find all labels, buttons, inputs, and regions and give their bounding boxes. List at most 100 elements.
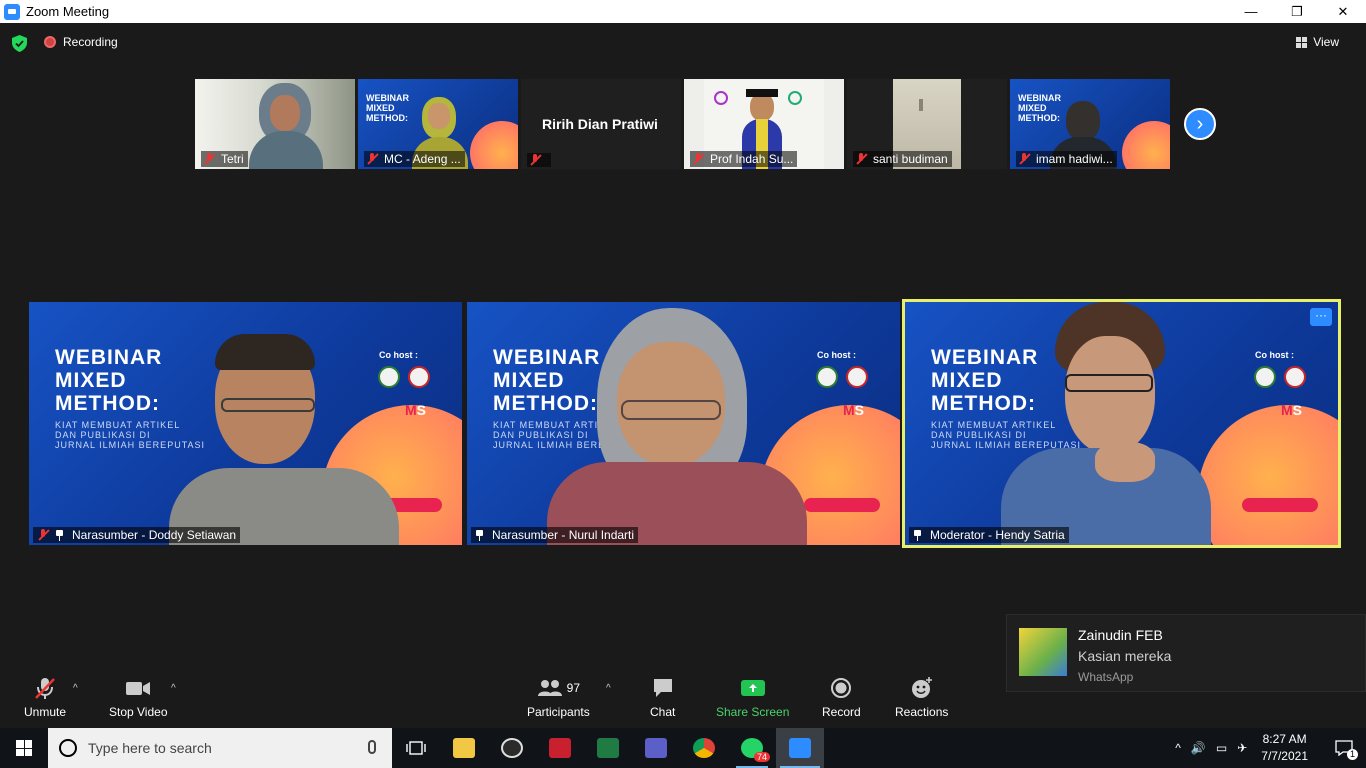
zoom-icon <box>789 738 811 758</box>
recording-label: Recording <box>63 35 118 49</box>
excel-icon <box>597 738 619 758</box>
muted-microphone-icon <box>35 678 55 699</box>
university-logo-icon <box>408 366 430 388</box>
taskbar-file-explorer[interactable] <box>440 728 488 768</box>
participant-name-large: Ririh Dian Pratiwi <box>542 116 658 132</box>
video-tile-nurul[interactable]: WEBINAR MIXED METHOD: KIAT MEMBUAT ARTIKEL… <box>467 302 900 545</box>
grid-view-icon <box>1296 36 1308 48</box>
university-logo-icon <box>378 366 400 388</box>
chrome-icon <box>693 738 715 758</box>
audio-options-chevron-icon[interactable]: ^ <box>73 683 78 694</box>
action-center-button[interactable]: 1 <box>1322 728 1366 768</box>
close-button[interactable]: ✕ <box>1320 0 1366 23</box>
unmute-button[interactable]: Unmute <box>24 673 66 719</box>
taskbar-whatsapp[interactable]: 74 <box>728 728 776 768</box>
participant-thumb-imam[interactable]: WEBINAR MIXED METHOD: imam hadiwi... <box>1010 79 1170 169</box>
view-label: View <box>1313 35 1339 49</box>
participant-name: santi budiman <box>873 152 948 166</box>
tile-name: Narasumber - Doddy Setiawan <box>72 528 237 542</box>
notification-count-badge: 1 <box>1347 749 1358 760</box>
windows-logo-icon <box>16 740 32 756</box>
record-button[interactable]: Record <box>822 673 861 719</box>
slide-cohost-label: Co host : <box>379 350 418 360</box>
notification-app: WhatsApp <box>1078 670 1134 684</box>
share-screen-button[interactable]: Share Screen <box>716 673 789 719</box>
taskbar-teams[interactable] <box>632 728 680 768</box>
taskbar-chrome[interactable] <box>680 728 728 768</box>
view-button[interactable]: View <box>1296 35 1339 49</box>
recording-indicator[interactable]: Recording <box>44 35 118 49</box>
taskbar-excel[interactable] <box>584 728 632 768</box>
taskbar-zoom[interactable] <box>776 728 824 768</box>
video-tile-doddy[interactable]: WEBINAR MIXED METHOD: KIAT MEMBUAT ARTIKEL… <box>29 302 462 545</box>
notification-sender: Zainudin FEB <box>1078 627 1163 643</box>
participant-thumb-ririh[interactable]: Ririh Dian Pratiwi <box>521 79 681 169</box>
chat-bubble-icon <box>653 679 672 697</box>
record-icon <box>831 678 852 698</box>
network-icon[interactable]: ✈ <box>1237 741 1247 755</box>
participant-thumb-prof-indah[interactable]: Prof Indah Su... <box>684 79 844 169</box>
slide-title: WEBINAR MIXED METHOD: <box>55 346 163 415</box>
video-camera-icon <box>126 682 151 695</box>
participant-name: Prof Indah Su... <box>710 152 794 166</box>
smiley-add-icon <box>911 677 932 698</box>
microphone-icon[interactable] <box>368 740 376 754</box>
cortana-icon <box>59 739 77 757</box>
folder-icon <box>453 738 475 758</box>
taskbar-pdf[interactable] <box>536 728 584 768</box>
whatsapp-unread-badge: 74 <box>753 752 770 762</box>
tile-name: Narasumber - Nurul Indarti <box>492 528 635 542</box>
chat-button[interactable]: Chat <box>650 673 675 719</box>
whatsapp-notification-toast[interactable]: Zainudin FEB Kasian mereka WhatsApp <box>1006 614 1366 692</box>
participant-thumb-santi[interactable]: santi budiman <box>847 79 1007 169</box>
tile-more-options-button[interactable]: ··· <box>1310 308 1332 326</box>
clock-time: 8:27 AM <box>1262 732 1307 746</box>
participant-thumb-mc-adeng[interactable]: WEBINAR MIXED METHOD: MC - Adeng ... <box>358 79 518 169</box>
restore-button[interactable]: ❐ <box>1274 0 1320 23</box>
sender-avatar <box>1019 628 1067 676</box>
video-options-chevron-icon[interactable]: ^ <box>171 683 176 694</box>
participant-name: MC - Adeng ... <box>384 152 461 166</box>
ms-logo: MS <box>404 402 426 418</box>
recording-dot-icon <box>44 36 56 48</box>
system-tray: ^ 🔊 ▭ ✈ 8:27 AM 7/7/2021 1 <box>1175 728 1366 768</box>
participant-name: Tetri <box>221 152 244 166</box>
window-title: Zoom Meeting <box>26 4 110 19</box>
windows-taskbar: Type here to search 74 ^ 🔊 ▭ ✈ 8:27 AM 7… <box>0 728 1366 768</box>
security-shield-icon[interactable] <box>12 35 27 52</box>
slide-subtitle: KIAT MEMBUAT ARTIKEL DAN PUBLIKASI DI JURN… <box>55 420 206 450</box>
reactions-button[interactable]: Reactions <box>895 673 948 719</box>
teams-icon <box>645 738 667 758</box>
participants-options-chevron-icon[interactable]: ^ <box>606 683 611 694</box>
show-hidden-icons-chevron-icon[interactable]: ^ <box>1175 741 1181 755</box>
muted-mic-icon <box>37 529 49 541</box>
participant-name: imam hadiwi... <box>1036 152 1113 166</box>
muted-mic-icon <box>203 153 215 165</box>
notification-message: Kasian mereka <box>1078 648 1172 664</box>
chevron-right-icon: › <box>1196 112 1204 135</box>
participants-button[interactable]: 97 Participants <box>527 673 590 719</box>
taskbar-clock[interactable]: 8:27 AM 7/7/2021 <box>1261 731 1308 765</box>
taskbar-search-box[interactable]: Type here to search <box>48 728 392 768</box>
task-view-icon <box>406 741 426 755</box>
zoom-app-icon <box>4 3 20 20</box>
meeting-topbar: Recording View <box>0 23 1366 63</box>
stop-video-button[interactable]: Stop Video <box>109 673 168 719</box>
participant-thumb-tetri[interactable]: Tetri <box>195 79 355 169</box>
volume-icon[interactable]: 🔊 <box>1191 741 1206 755</box>
taskbar-obs[interactable] <box>488 728 536 768</box>
meeting-controls: Unmute ^ Stop Video ^ 97 Participants ^ … <box>0 673 1006 728</box>
share-screen-icon <box>740 680 765 696</box>
muted-mic-icon <box>855 153 867 165</box>
video-tile-hendy-active-speaker[interactable]: WEBINAR MIXED METHOD: KIAT MEMBUAT ARTIKEL… <box>902 299 1341 548</box>
participants-icon <box>537 680 562 696</box>
battery-icon[interactable]: ▭ <box>1216 741 1227 755</box>
next-page-button[interactable]: › <box>1184 108 1216 140</box>
start-button[interactable] <box>0 728 48 768</box>
task-view-button[interactable] <box>392 728 440 768</box>
tile-name: Moderator - Hendy Satria <box>930 528 1065 542</box>
pin-icon <box>475 529 484 541</box>
pdf-icon <box>549 738 571 758</box>
search-placeholder: Type here to search <box>88 740 212 756</box>
minimize-button[interactable]: — <box>1228 0 1274 23</box>
